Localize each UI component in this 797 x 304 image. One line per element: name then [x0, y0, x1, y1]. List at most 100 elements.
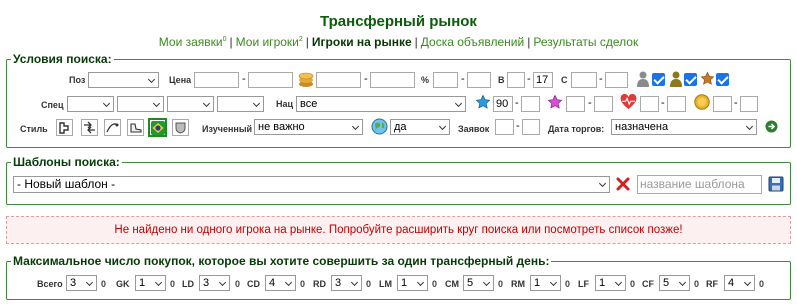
skill-min-input[interactable]: [571, 72, 597, 88]
trade-date-label: Дата торгов:: [548, 124, 605, 134]
running-player-icon: [59, 122, 69, 134]
spec-select-4[interactable]: [217, 96, 264, 112]
purchase-rf-label: RF: [706, 279, 718, 289]
position-select[interactable]: [88, 72, 159, 88]
price-min-input[interactable]: [194, 72, 239, 88]
purchase-cf-label: CF: [642, 279, 654, 289]
percent-min-input[interactable]: [433, 72, 458, 88]
purchase-lf-count: 0: [630, 279, 636, 289]
nav-market-players[interactable]: Игроки на рынке: [312, 35, 412, 49]
dash: -: [242, 73, 246, 85]
coin-min-input[interactable]: [713, 96, 732, 112]
trade-date-select[interactable]: назначена: [611, 119, 757, 135]
nav-my-bids[interactable]: Мои заявки0: [159, 35, 227, 49]
dash: -: [599, 73, 603, 85]
search-legend: Условия поиска:: [13, 52, 112, 66]
bids-max-input[interactable]: [522, 119, 540, 135]
nav-my-players[interactable]: Мои игроки2: [236, 35, 303, 49]
dash: -: [461, 73, 465, 85]
dash: -: [661, 97, 665, 109]
purchase-lm-label: LM: [379, 279, 392, 289]
style-option-brazil[interactable]: [148, 118, 167, 137]
blue-star-min-input[interactable]: 90: [493, 96, 513, 112]
nationality-select[interactable]: все: [296, 96, 466, 112]
dash: -: [515, 97, 519, 109]
price-max-input[interactable]: [248, 72, 293, 88]
player-silhouette-gray-icon: [636, 71, 650, 87]
dash: -: [588, 97, 592, 109]
delete-icon[interactable]: [616, 177, 630, 191]
save-icon[interactable]: [768, 176, 784, 192]
health-max-input[interactable]: [667, 96, 686, 112]
spec-select-3[interactable]: [167, 96, 214, 112]
style-option-4[interactable]: [127, 119, 144, 136]
percent-label: %: [421, 75, 430, 85]
purchase-lf-select[interactable]: 1: [595, 275, 626, 291]
purchase-cd-count: 0: [300, 279, 306, 289]
purchase-total-select[interactable]: 3: [66, 275, 97, 291]
purchase-gk-label: GK: [116, 279, 130, 289]
purchase-total-label: Всего: [37, 279, 63, 289]
style-label: Стиль: [20, 124, 48, 134]
template-select[interactable]: - Новый шаблон -: [13, 176, 610, 193]
spec-select-2[interactable]: [117, 96, 164, 112]
pink-star-max-input[interactable]: [594, 96, 613, 112]
spec-select-1[interactable]: [67, 96, 114, 112]
nav-separator: |: [527, 35, 531, 49]
template-name-input[interactable]: название шаблона: [637, 175, 762, 194]
yes-select[interactable]: да: [390, 119, 450, 135]
heart-health-icon: [620, 94, 637, 110]
purchase-cf-select[interactable]: 5: [659, 275, 690, 291]
purchase-ld-select[interactable]: 3: [199, 275, 230, 291]
purchase-gk-select[interactable]: 1: [135, 275, 166, 291]
nav-separator: |: [414, 35, 418, 49]
purchase-cd-select[interactable]: 4: [265, 275, 296, 291]
style-option-3[interactable]: [104, 119, 121, 136]
style-option-6[interactable]: [172, 119, 189, 136]
salary-min-input[interactable]: [316, 72, 361, 88]
pink-star-min-input[interactable]: [566, 96, 585, 112]
percent-max-input[interactable]: [467, 72, 491, 88]
age-min-input[interactable]: [507, 72, 525, 88]
price-label: Цена: [169, 75, 192, 85]
purchase-cf-count: 0: [694, 279, 700, 289]
style-option-2[interactable]: [81, 119, 98, 136]
skill-max-input[interactable]: [605, 72, 628, 88]
dash: -: [516, 120, 520, 132]
bids-min-input[interactable]: [495, 119, 514, 135]
purchase-rm-select[interactable]: 1: [530, 275, 561, 291]
purchase-total-count: 0: [101, 279, 107, 289]
gray-player-checkbox[interactable]: [652, 73, 665, 86]
purchase-lm-count: 0: [432, 279, 438, 289]
boot-icon: [130, 123, 142, 133]
studied-select[interactable]: не важно: [254, 119, 363, 135]
position-label: Поз: [69, 75, 86, 85]
gold-player-checkbox[interactable]: [684, 73, 697, 86]
purchase-rm-label: RM: [511, 279, 525, 289]
purchase-rf-select[interactable]: 4: [724, 275, 755, 291]
globe-icon: [371, 118, 388, 135]
purchase-lf-label: LF: [578, 279, 589, 289]
nav-separator: |: [305, 35, 309, 49]
skill-label: С: [561, 75, 568, 85]
purchase-cm-count: 0: [498, 279, 504, 289]
coin-max-input[interactable]: [740, 96, 758, 112]
nav-deal-results[interactable]: Результаты сделок: [533, 35, 638, 49]
health-min-input[interactable]: [640, 96, 659, 112]
bronze-star-checkbox[interactable]: [716, 73, 729, 86]
purchase-cd-label: CD: [247, 279, 260, 289]
age-max-input[interactable]: 17: [533, 72, 553, 88]
nav-ads-board[interactable]: Доска объявлений: [421, 35, 524, 49]
purchase-lm-select[interactable]: 1: [397, 275, 428, 291]
no-players-notice: Не найдено ни одного игрока на рынке. По…: [6, 216, 791, 244]
go-arrow-icon[interactable]: [765, 120, 778, 133]
purchase-cm-select[interactable]: 5: [463, 275, 494, 291]
long-ball-icon: [106, 123, 119, 133]
star-pink-icon: [547, 94, 563, 110]
blue-star-max-input[interactable]: [521, 96, 540, 112]
bids-label: Заявок: [458, 124, 490, 134]
salary-max-input[interactable]: [370, 72, 415, 88]
purchase-rd-label: RD: [313, 279, 326, 289]
style-option-1[interactable]: [56, 119, 73, 136]
purchase-rd-select[interactable]: 3: [331, 275, 362, 291]
